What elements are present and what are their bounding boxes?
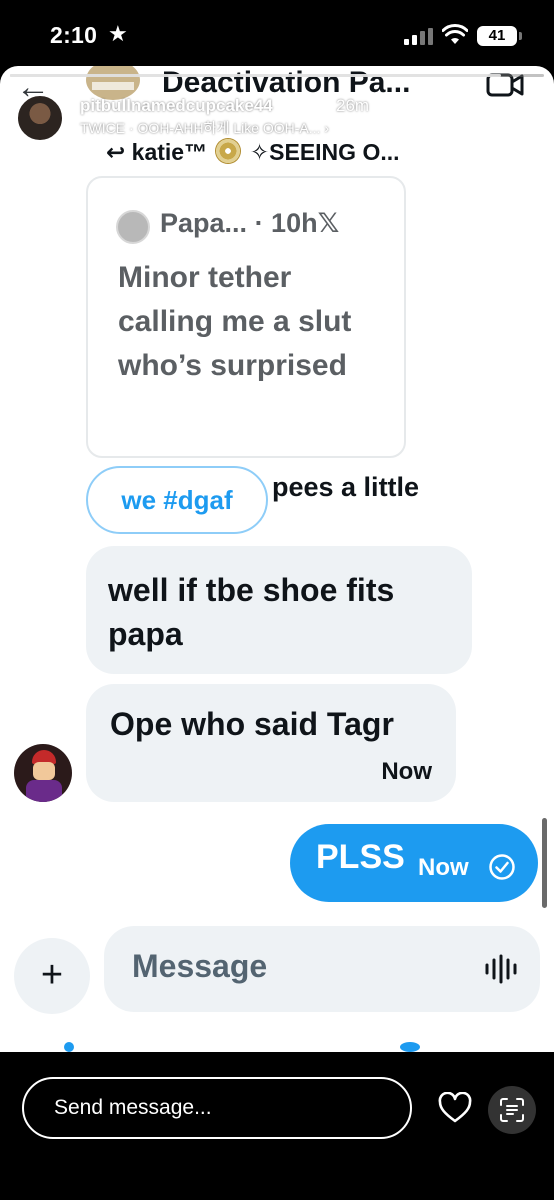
message-text: Ope who said Tagr bbox=[110, 706, 394, 742]
text-scan-button[interactable] bbox=[488, 1086, 536, 1134]
cd-emoji-icon bbox=[215, 138, 242, 164]
tweet-text: Minor tether calling me a slut who’s sur… bbox=[118, 261, 352, 382]
group-avatar bbox=[86, 66, 140, 100]
heart-icon[interactable] bbox=[438, 1092, 472, 1124]
reply-context[interactable]: ↩ katie™ ✧SEEING O... bbox=[106, 138, 400, 166]
story-author-avatar[interactable] bbox=[16, 94, 64, 142]
cellular-signal-icon bbox=[404, 28, 434, 45]
message-bubble-sent[interactable]: PLSS Now bbox=[290, 824, 538, 902]
tweet-time: · 10h bbox=[254, 208, 318, 238]
star-icon: ★ bbox=[108, 21, 128, 46]
wifi-icon bbox=[442, 24, 468, 44]
battery-indicator: 41 bbox=[477, 26, 522, 46]
send-message-input[interactable]: Send message... bbox=[22, 1077, 412, 1139]
clock: 2:10 bbox=[50, 22, 98, 48]
story-username[interactable]: pitbullnamedcupcake44 bbox=[80, 96, 273, 116]
hashtag-reply-pill[interactable]: we #dgaf bbox=[86, 466, 268, 534]
message-input-placeholder: Message bbox=[132, 948, 268, 984]
story-music-label[interactable]: TWICE · OOH-AHH하게 Like OOH-A... › bbox=[80, 118, 329, 138]
voice-message-icon[interactable] bbox=[484, 954, 518, 984]
tweet-author-name: Papa... bbox=[160, 208, 248, 238]
story-progress-bar bbox=[10, 74, 544, 77]
story-reply-bar: Send message... bbox=[0, 1052, 554, 1200]
story-progress-fill bbox=[10, 74, 502, 77]
message-timestamp: Now bbox=[418, 854, 469, 881]
conversation-title: Deactivation Pa... bbox=[162, 66, 411, 99]
add-attachment-button[interactable]: + bbox=[14, 938, 90, 1014]
sender-avatar[interactable] bbox=[14, 744, 72, 802]
tweet-author-line: Papa... · 10h𝕏 bbox=[160, 208, 339, 239]
quoted-tweet-card[interactable]: Papa... · 10h𝕏 Minor tether calling me a… bbox=[86, 176, 406, 458]
reply-context-text: ✧SEEING O... bbox=[249, 139, 400, 165]
close-icon[interactable] bbox=[508, 98, 542, 132]
scrollbar[interactable] bbox=[542, 818, 547, 908]
message-text: PLSS bbox=[316, 838, 405, 876]
message-timestamp: Now bbox=[381, 758, 432, 785]
reaction-text: pees a little bbox=[272, 472, 420, 502]
status-bar: 2:10 ★ 41 bbox=[0, 0, 554, 66]
story-timestamp: 26m bbox=[336, 96, 370, 115]
message-bubble-received[interactable]: well if tbe shoe fits papa bbox=[86, 546, 472, 674]
reply-context-name: ↩ katie™ bbox=[106, 139, 208, 165]
tweet-author-avatar bbox=[116, 210, 150, 244]
read-check-icon bbox=[489, 854, 515, 880]
message-bubble-received[interactable]: Ope who said Tagr Now bbox=[86, 684, 456, 802]
scan-text-icon bbox=[500, 1098, 524, 1122]
x-logo-icon: 𝕏 bbox=[317, 208, 340, 238]
message-input[interactable]: Message bbox=[104, 926, 540, 1012]
story-card[interactable]: ← Deactivation Pa... pitbullnamedcupcake… bbox=[0, 66, 554, 1052]
